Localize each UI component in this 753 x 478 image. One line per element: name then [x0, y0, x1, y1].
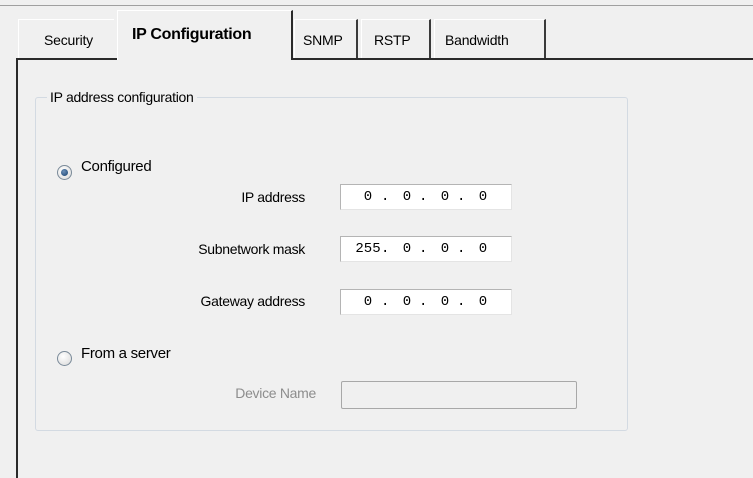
- tab-snmp-label: SNMP: [303, 32, 343, 48]
- octet-separator: .: [381, 294, 390, 310]
- subnet-mask-octet-1[interactable]: 255: [353, 237, 383, 261]
- octet-separator: .: [381, 189, 390, 205]
- octet-separator: .: [419, 241, 428, 257]
- ip-address-octet-3[interactable]: 0: [430, 185, 460, 209]
- tab-bandwidth-label: Bandwidth: [445, 32, 509, 48]
- tab-snmp[interactable]: SNMP: [294, 19, 358, 59]
- gateway-octet-4[interactable]: 0: [468, 290, 498, 314]
- subnet-mask-octet-2[interactable]: 0: [392, 237, 422, 261]
- configured-radio-label[interactable]: Configured: [81, 158, 152, 176]
- ip-address-field[interactable]: 0 . 0 . 0 . 0: [340, 184, 512, 210]
- gateway-address-label: Gateway address: [200, 293, 306, 309]
- subnet-mask-octet-3[interactable]: 0: [430, 237, 460, 261]
- tab-ip-configuration-label: IP Configuration: [132, 26, 252, 43]
- device-name-input[interactable]: [341, 381, 577, 409]
- from-server-radio-label[interactable]: From a server: [81, 345, 171, 363]
- subnet-mask-label: Subnetwork mask: [198, 241, 305, 257]
- tab-rstp[interactable]: RSTP: [361, 19, 431, 59]
- from-server-radio[interactable]: [57, 351, 72, 366]
- tab-bandwidth[interactable]: Bandwidth: [434, 19, 546, 59]
- ip-address-octet-1[interactable]: 0: [353, 185, 383, 209]
- tab-ip-configuration[interactable]: IP Configuration: [117, 10, 293, 60]
- tab-rstp-label: RSTP: [374, 32, 411, 48]
- device-name-label: Device Name: [235, 385, 316, 401]
- ip-address-octet-4[interactable]: 0: [468, 185, 498, 209]
- subnet-mask-field[interactable]: 255 . 0 . 0 . 0: [340, 236, 512, 262]
- ip-address-octet-2[interactable]: 0: [392, 185, 422, 209]
- group-title: IP address configuration: [47, 88, 197, 106]
- gateway-octet-2[interactable]: 0: [392, 290, 422, 314]
- tab-security-label: Security: [44, 32, 93, 48]
- octet-separator: .: [419, 294, 428, 310]
- gateway-address-field[interactable]: 0 . 0 . 0 . 0: [340, 289, 512, 315]
- gateway-octet-1[interactable]: 0: [353, 290, 383, 314]
- ip-address-label: IP address: [241, 189, 305, 205]
- tab-security[interactable]: Security: [18, 19, 114, 59]
- tab-strip-top-line: [0, 5, 753, 6]
- octet-separator: .: [419, 189, 428, 205]
- octet-separator: .: [457, 294, 466, 310]
- gateway-octet-3[interactable]: 0: [430, 290, 460, 314]
- configured-radio[interactable]: [57, 165, 72, 180]
- octet-separator: .: [457, 189, 466, 205]
- octet-separator: .: [457, 241, 466, 257]
- subnet-mask-octet-4[interactable]: 0: [468, 237, 498, 261]
- octet-separator: .: [381, 241, 390, 257]
